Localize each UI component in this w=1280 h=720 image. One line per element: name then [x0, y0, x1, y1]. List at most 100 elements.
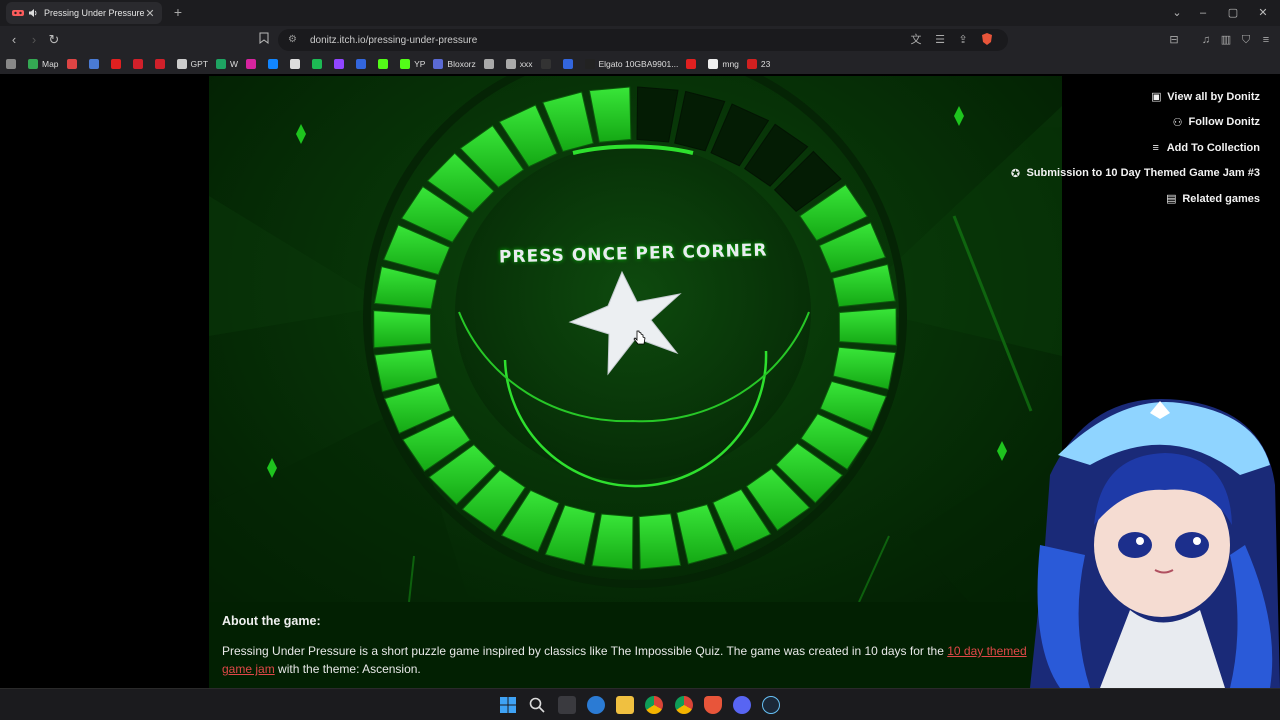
bookmark-bookmark-2[interactable]: [88, 59, 103, 69]
windows-start-icon[interactable]: [499, 696, 517, 714]
youtube-icon: [110, 59, 121, 69]
bookmark-w[interactable]: W: [216, 59, 238, 69]
chrome-canary-icon[interactable]: [675, 696, 693, 714]
bookmark-apps-icon[interactable]: [6, 59, 20, 69]
bookmark-twitch-icon[interactable]: [334, 59, 348, 69]
chrome-icon[interactable]: [645, 696, 663, 714]
bookmark-2-icon: [88, 59, 99, 69]
split-view-icon[interactable]: ▥: [1218, 32, 1234, 48]
ring-segment-lit: [373, 310, 432, 349]
ring-segment-lit: [832, 346, 897, 390]
bookmark-label: Elgato 10GBA9901...: [598, 59, 679, 69]
map-icon: [28, 59, 38, 69]
add-user-icon: ⚇: [1172, 116, 1183, 129]
bookmark-mng[interactable]: mng: [708, 59, 739, 69]
yp-icon: [400, 59, 411, 69]
sidebar-toggle-icon[interactable]: ⊟: [1166, 32, 1182, 48]
about-text-before: Pressing Under Pressure is a short puzzl…: [222, 644, 948, 658]
audio-playing-icon[interactable]: [28, 8, 40, 18]
gallery-icon: ▣: [1151, 91, 1162, 104]
bookmark-xxx[interactable]: xxx: [505, 59, 533, 69]
minimize-button[interactable]: –: [1188, 0, 1218, 26]
maximize-button[interactable]: ▢: [1218, 0, 1248, 26]
view-all-button[interactable]: ▣ View all by Donitz: [1149, 84, 1260, 110]
bookmark-elgato-10gba9901-[interactable]: Elgato 10GBA9901...: [584, 59, 679, 69]
url-field[interactable]: ⚙ donitz.itch.io/pressing-under-pressure: [278, 29, 1008, 51]
bookmark-m-icon[interactable]: [562, 59, 577, 69]
bookmark-circle-icon[interactable]: [483, 59, 498, 69]
bookmark-kick-icon[interactable]: [378, 59, 392, 69]
related-games-button[interactable]: ▤ Related games: [1164, 186, 1260, 212]
sheets-icon: [216, 59, 227, 69]
brave-shields-icon[interactable]: [979, 32, 995, 48]
new-tab-button[interactable]: +: [170, 4, 186, 20]
bookmark-label: W: [230, 59, 239, 69]
bookmark-label: YP: [414, 59, 426, 69]
about-section: About the game: Pressing Under Pressure …: [209, 602, 1062, 688]
add-collection-button[interactable]: ≡ Add To Collection: [1149, 135, 1260, 161]
reader-mode-icon[interactable]: ☰: [932, 32, 948, 48]
follow-label: Follow Donitz: [1188, 116, 1260, 129]
instagram-icon: [246, 59, 257, 69]
discord-icon[interactable]: [733, 696, 751, 714]
bookmark-x-icon[interactable]: [290, 59, 304, 69]
tab-close-icon[interactable]: ✕: [144, 7, 156, 20]
bookmark-bookmark-1[interactable]: [66, 59, 81, 69]
bookmark-instagram-icon[interactable]: [246, 59, 260, 69]
bookmark-r-icon[interactable]: [356, 59, 370, 69]
game-actions: ▣ View all by Donitz ⚇ Follow Donitz ≡ A…: [1008, 84, 1260, 212]
forward-icon[interactable]: ›: [24, 30, 44, 50]
folder-icon: [505, 59, 516, 69]
bookmark-gpt[interactable]: GPT: [176, 59, 208, 69]
bookmark-1-icon: [66, 59, 77, 69]
ring-segment-lit: [373, 266, 438, 310]
bookmark-label: mng: [722, 59, 739, 69]
bookmark-spotify-icon[interactable]: [312, 59, 326, 69]
menu-icon[interactable]: ≡: [1258, 32, 1274, 48]
bookmark-youtube-icon[interactable]: [110, 59, 125, 69]
bookmark-dots-icon[interactable]: [540, 59, 555, 69]
tab-bar: Pressing Under Pressure by D ✕ + ⌄ – ▢ ✕: [0, 0, 1280, 26]
view-all-label: View all by Donitz: [1167, 90, 1260, 103]
ring-segment-lit: [638, 513, 682, 570]
slash-icon: [686, 59, 697, 69]
steam-icon[interactable]: [762, 696, 780, 714]
close-window-button[interactable]: ✕: [1248, 0, 1278, 26]
search-icon[interactable]: [528, 696, 546, 714]
bookmark-slash-icon[interactable]: [686, 59, 700, 69]
bookmark-bloxorz[interactable]: Bloxorz: [433, 59, 476, 69]
settings-app-icon[interactable]: [587, 696, 605, 714]
game-scene: [209, 76, 1062, 602]
task-view-icon[interactable]: [558, 696, 576, 714]
bookmark-bluesky-icon[interactable]: [268, 59, 282, 69]
reload-icon[interactable]: ↻: [44, 30, 64, 50]
jam-submission-link[interactable]: ✪ Submission to 10 Day Themed Game Jam #…: [1008, 161, 1260, 187]
browser-tab[interactable]: Pressing Under Pressure by D ✕: [6, 2, 162, 24]
bookmark-map[interactable]: Map: [28, 59, 59, 69]
back-icon[interactable]: ‹: [4, 30, 24, 50]
bloxorz-icon: [433, 59, 444, 69]
bookmark-yp[interactable]: YP: [400, 59, 425, 69]
brave-browser-icon[interactable]: [704, 696, 722, 714]
bookmark-pinterest-icon[interactable]: [132, 59, 147, 69]
bookmark-pinterest-icon-2[interactable]: [154, 59, 169, 69]
map-icon: ▤: [1166, 193, 1177, 206]
x-icon: [290, 59, 301, 69]
bookmark-label: Map: [42, 59, 59, 69]
pinterest-icon-2-icon: [154, 59, 165, 69]
translate-icon[interactable]: 文: [908, 32, 924, 48]
bookmark-23[interactable]: 23: [746, 59, 770, 69]
about-heading: About the game:: [222, 614, 321, 628]
site-settings-icon[interactable]: ⚙: [288, 34, 300, 46]
chatgpt-icon: [176, 59, 187, 69]
file-explorer-icon[interactable]: [616, 696, 634, 714]
ring-segment-lit: [832, 263, 896, 308]
playlist-add-icon: ≡: [1152, 141, 1159, 154]
add-collection-label: Add To Collection: [1166, 141, 1260, 154]
game-canvas[interactable]: PRESS ONCE PER CORNER: [209, 76, 1062, 602]
vpn-icon[interactable]: ⛉: [1238, 32, 1254, 48]
share-icon[interactable]: ⇪: [955, 32, 971, 48]
media-icon[interactable]: ♫: [1198, 32, 1214, 48]
follow-button[interactable]: ⚇ Follow Donitz: [1171, 110, 1260, 136]
bookmark-page-icon[interactable]: [256, 32, 272, 48]
